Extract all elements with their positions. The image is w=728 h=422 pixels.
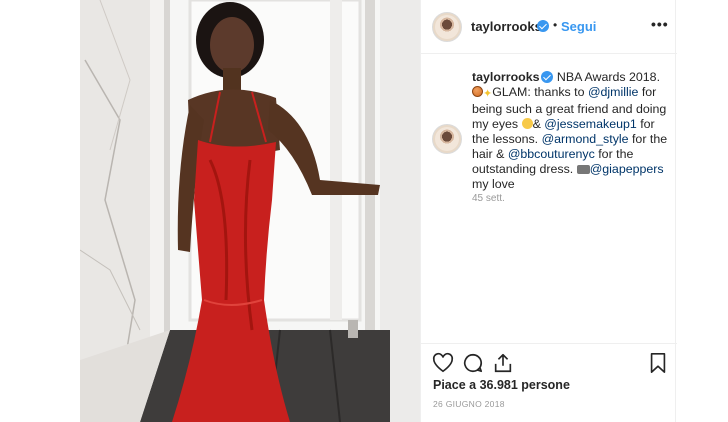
caption-segment: GLAM: thanks to <box>492 85 588 99</box>
follow-separator: • <box>553 18 558 32</box>
mention-link[interactable]: @armond_style <box>542 132 629 146</box>
photo-image <box>80 0 420 422</box>
caption-username[interactable]: taylorrooks <box>472 70 539 84</box>
bookmark-icon[interactable] <box>647 352 669 374</box>
verified-badge-icon <box>541 71 554 83</box>
share-icon[interactable] <box>492 352 514 374</box>
camera-emoji-icon <box>576 165 590 174</box>
post-date: 26 GIUGNO 2018 <box>433 399 505 409</box>
author-avatar[interactable] <box>432 12 462 42</box>
follow-button[interactable]: Segui <box>561 19 596 34</box>
mention-link[interactable]: @bbcouturenyc <box>508 147 595 161</box>
more-options-icon[interactable]: ••• <box>651 16 669 32</box>
caption-segment: my love <box>472 177 515 191</box>
mention-link[interactable]: @jessemakeup1 <box>544 117 636 131</box>
caption-segment: NBA Awards 2018. <box>553 70 661 84</box>
post-actions: Piace a 36.981 persone 26 GIUGNO 2018 <box>421 343 677 422</box>
caption-segment: & <box>532 117 545 131</box>
heart-icon[interactable] <box>432 352 454 374</box>
post-header: taylorrooks • Segui ••• <box>421 0 677 54</box>
mention-link[interactable]: @djmillie <box>588 85 638 99</box>
sparkles-emoji-icon: ✦ <box>483 88 493 100</box>
caption-text: taylorrooks NBA Awards 2018. ✦GLAM: than… <box>472 70 668 192</box>
like-count[interactable]: Piace a 36.981 persone <box>433 378 570 392</box>
post-photo[interactable] <box>80 0 420 422</box>
basketball-emoji-icon <box>472 86 483 97</box>
post-side-panel: taylorrooks • Segui ••• taylorrooks NBA … <box>420 0 677 422</box>
mention-link[interactable]: @giapeppers <box>590 162 664 176</box>
caption-avatar[interactable] <box>432 124 462 154</box>
verified-badge-icon <box>537 20 549 32</box>
laughing-emoji-icon <box>521 118 533 129</box>
author-username[interactable]: taylorrooks <box>471 19 542 34</box>
comment-icon[interactable] <box>462 352 484 374</box>
caption-time-ago[interactable]: 45 sett. <box>472 193 505 204</box>
